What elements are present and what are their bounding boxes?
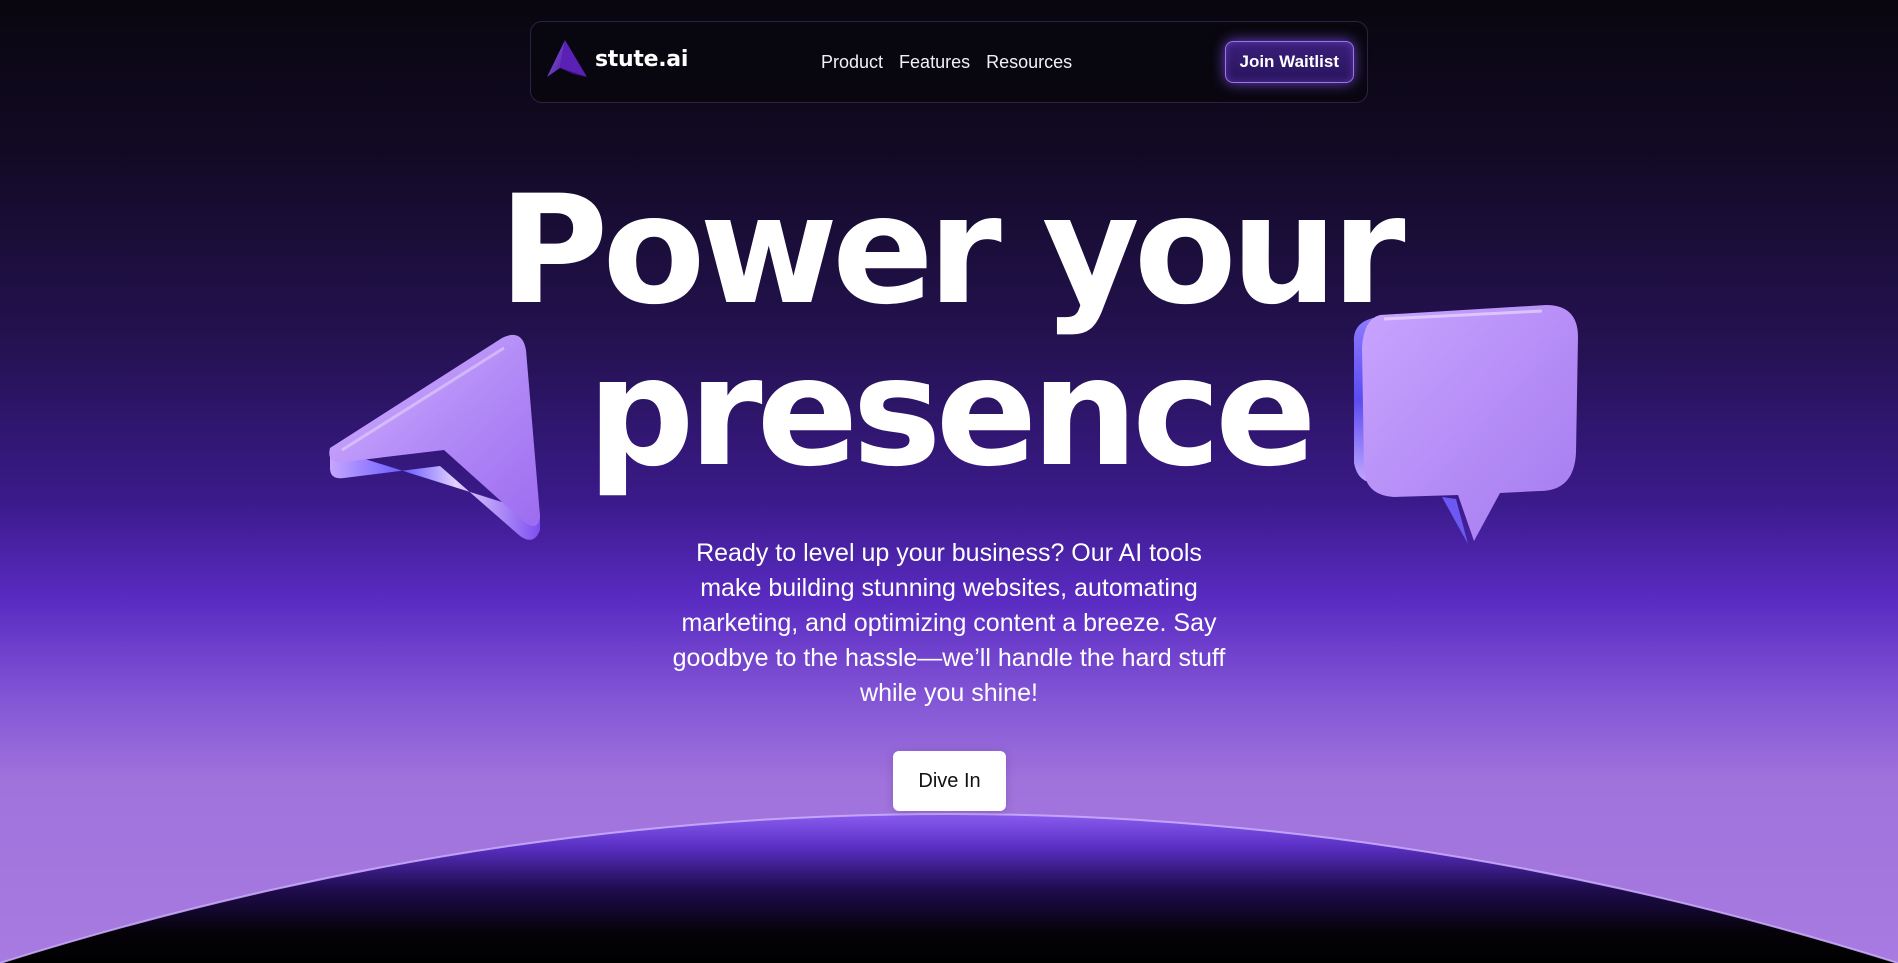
nav-links: Product Features Resources bbox=[821, 22, 1072, 102]
dive-in-button[interactable]: Dive In bbox=[893, 751, 1006, 811]
hero-title-line-2: presence bbox=[587, 326, 1317, 500]
hero-title-line-1: Power your bbox=[498, 164, 1405, 338]
hero-subtitle: Ready to level up your business? Our AI … bbox=[672, 539, 1226, 707]
brand-name: stute.ai bbox=[595, 46, 689, 72]
nav-link-product[interactable]: Product bbox=[821, 52, 883, 73]
top-navbar: stute.ai Product Features Resources Join… bbox=[530, 21, 1368, 103]
nav-link-features[interactable]: Features bbox=[899, 52, 970, 73]
landing-page: stute.ai Product Features Resources Join… bbox=[0, 0, 1898, 963]
stute-logo-icon bbox=[547, 40, 587, 77]
brand-logo[interactable]: stute.ai bbox=[545, 37, 688, 81]
hero-title: Power your presence bbox=[0, 170, 1898, 494]
chat-bubble-icon bbox=[1350, 303, 1580, 546]
cursor-arrow-icon bbox=[322, 330, 547, 550]
planet-horizon bbox=[0, 785, 1898, 963]
nav-link-resources[interactable]: Resources bbox=[986, 52, 1072, 73]
join-waitlist-button[interactable]: Join Waitlist bbox=[1224, 41, 1354, 83]
